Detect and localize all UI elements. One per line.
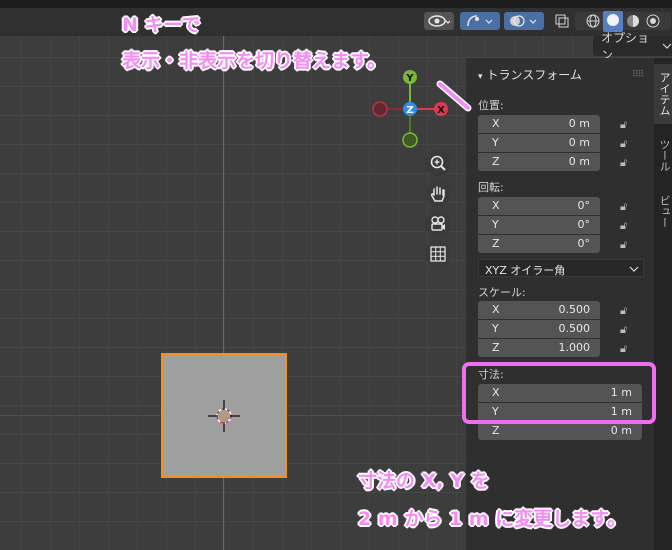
solid-shading-icon bbox=[607, 13, 619, 26]
field-value: 0 m bbox=[568, 155, 590, 168]
axis-label: X bbox=[492, 199, 500, 212]
field-value: 0° bbox=[577, 199, 591, 212]
scale-z-field[interactable]: Z 1.000 bbox=[478, 339, 600, 357]
axis-label: Y bbox=[492, 322, 499, 335]
rotation-mode-value: XYZ オイラー角 bbox=[485, 264, 566, 277]
lock-icon[interactable]: 🔓︎ bbox=[620, 200, 634, 213]
lock-icon[interactable]: 🔓︎ bbox=[620, 118, 634, 131]
camera-icon bbox=[431, 216, 445, 231]
scale-y-field[interactable]: Y 0.500 bbox=[478, 320, 600, 338]
location-x-field[interactable]: X 0 m bbox=[478, 115, 600, 133]
wireframe-shading-icon[interactable] bbox=[586, 14, 600, 28]
annotation-bottom-line1: 寸法の X, Y を bbox=[358, 470, 490, 492]
lock-icon[interactable]: 🔓︎ bbox=[620, 219, 634, 232]
location-y-field[interactable]: Y 0 m bbox=[478, 134, 600, 152]
gizmo-y-label: Y bbox=[405, 73, 414, 84]
field-value: 0.500 bbox=[558, 322, 591, 335]
annotation-bottom-line2: 2 m から 1 m に変更します。 bbox=[358, 508, 627, 530]
field-value: 0° bbox=[577, 218, 591, 231]
neg-y-axis-handle[interactable] bbox=[402, 132, 418, 148]
field-value: 0.500 bbox=[558, 303, 591, 316]
rotation-label: 回転: bbox=[478, 181, 504, 194]
tab-tool[interactable]: ツール bbox=[654, 130, 672, 180]
lock-icon[interactable]: 🔓︎ bbox=[620, 156, 634, 169]
lock-icon[interactable]: 🔓︎ bbox=[620, 137, 634, 150]
axis-label: Z bbox=[492, 424, 500, 437]
axis-label: Y bbox=[492, 136, 499, 149]
neg-x-axis-handle[interactable] bbox=[372, 101, 388, 117]
field-value: 0 m bbox=[568, 117, 590, 130]
annotation-arrow bbox=[436, 80, 472, 112]
axis-label: Z bbox=[492, 341, 500, 354]
lock-icon[interactable]: 🔓︎ bbox=[620, 304, 634, 317]
rotation-x-field[interactable]: X 0° bbox=[478, 197, 600, 215]
xray-icon bbox=[555, 14, 569, 28]
annotation-top-line1: N キーで bbox=[122, 14, 201, 36]
location-z-field[interactable]: Z 0 m bbox=[478, 153, 600, 171]
rotation-z-field[interactable]: Z 0° bbox=[478, 235, 600, 253]
axis-label: Y bbox=[492, 218, 499, 231]
location-label: 位置: bbox=[478, 99, 504, 112]
axis-label: X bbox=[492, 303, 500, 316]
field-value: 0 m bbox=[568, 136, 590, 149]
field-value: 1.000 bbox=[558, 341, 591, 354]
transform-panel-header[interactable]: ▾ トランスフォーム bbox=[478, 66, 582, 83]
shading-mode-group bbox=[575, 10, 671, 32]
chevron-down-icon bbox=[663, 43, 672, 49]
xray-toggle-button[interactable] bbox=[552, 12, 572, 30]
tab-view[interactable]: ビュー bbox=[654, 186, 672, 236]
3d-cursor-icon bbox=[208, 400, 240, 432]
overlay-icon bbox=[510, 15, 537, 27]
options-dropdown[interactable]: オプション bbox=[593, 31, 672, 62]
rotation-mode-select[interactable]: XYZ オイラー角 bbox=[478, 259, 644, 277]
visibility-button[interactable] bbox=[424, 12, 454, 30]
camera-view-button[interactable] bbox=[425, 211, 451, 237]
rendered-shading-icon[interactable] bbox=[646, 14, 660, 28]
drag-handle-icon[interactable]: ⠿⠿ bbox=[632, 70, 644, 80]
chevron-down-icon: ▾ bbox=[478, 72, 483, 82]
gizmo-toggle-button[interactable] bbox=[460, 12, 500, 30]
scale-x-field[interactable]: X 0.500 bbox=[478, 301, 600, 319]
axis-label: Z bbox=[492, 155, 500, 168]
lock-icon[interactable]: 🔓︎ bbox=[620, 323, 634, 336]
rotation-y-field[interactable]: Y 0° bbox=[478, 216, 600, 234]
dimensions-z-field[interactable]: Z 0 m bbox=[478, 422, 642, 440]
field-value: 0° bbox=[577, 237, 591, 250]
grid-icon bbox=[430, 246, 446, 262]
tab-item[interactable]: アイテム bbox=[654, 64, 672, 124]
annotation-top-line2: 表示・非表示を切り替えます。 bbox=[122, 50, 387, 72]
lock-icon[interactable]: 🔓︎ bbox=[620, 342, 634, 355]
field-value: 0 m bbox=[610, 424, 632, 437]
perspective-toggle-button[interactable] bbox=[425, 241, 451, 267]
hand-icon bbox=[431, 186, 445, 202]
overlay-toggle-button[interactable] bbox=[504, 12, 544, 30]
axis-label: Z bbox=[492, 237, 500, 250]
gizmo-icon bbox=[467, 15, 493, 27]
zoom-button[interactable] bbox=[425, 150, 451, 176]
material-shading-icon[interactable] bbox=[626, 14, 640, 28]
scale-label: スケール: bbox=[478, 286, 526, 299]
lock-icon[interactable]: 🔓︎ bbox=[620, 238, 634, 251]
transform-title: トランスフォーム bbox=[486, 68, 582, 82]
pan-button[interactable] bbox=[425, 181, 451, 207]
sidebar-tabs: アイテム ツール ビュー bbox=[654, 58, 672, 550]
zoom-icon bbox=[430, 155, 446, 171]
dimensions-highlight-box bbox=[462, 362, 656, 424]
top-menu-bar bbox=[0, 0, 672, 8]
eye-icon bbox=[428, 15, 450, 27]
viewport-header bbox=[0, 8, 672, 36]
gizmo-z-label: Z bbox=[406, 105, 413, 116]
axis-label: X bbox=[492, 117, 500, 130]
chevron-down-icon bbox=[629, 266, 639, 272]
